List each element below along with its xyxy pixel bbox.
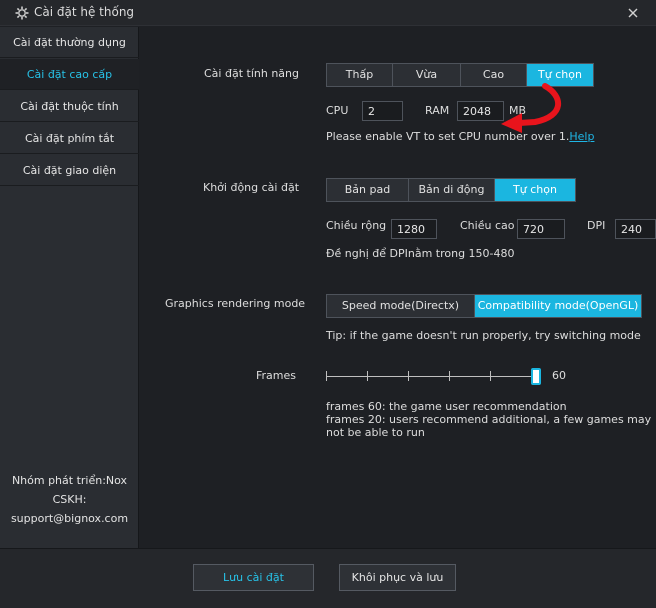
frames-note-line-1: frames 60: the game user recommendation	[326, 400, 567, 413]
window-title: Cài đặt hệ thống	[34, 5, 135, 19]
save-settings-button[interactable]: Lưu cài đặt	[193, 564, 314, 591]
startup-option-mobile[interactable]: Bản di động	[409, 179, 495, 201]
graphics-tip: Tip: if the game doesn't run properly, t…	[326, 329, 641, 342]
support-label: CSKH:	[52, 493, 87, 506]
graphics-option-opengl[interactable]: Compatibility mode(OpenGL)	[475, 295, 641, 317]
dpi-input[interactable]: 240	[615, 219, 656, 239]
cpu-input[interactable]: 2	[362, 101, 403, 121]
close-icon[interactable]	[626, 6, 640, 20]
startup-option-pad[interactable]: Bản pad	[327, 179, 409, 201]
slider-tick	[449, 371, 450, 381]
slider-tick	[326, 371, 327, 381]
startup-label: Khởi động cài đặt	[203, 181, 300, 194]
developer-info: Nhóm phát triển:Nox	[11, 474, 128, 487]
frames-label: Frames	[256, 369, 297, 382]
frames-slider-handle[interactable]	[531, 368, 541, 385]
graphics-mode-selector: Speed mode(Directx) Compatibility mode(O…	[326, 294, 642, 318]
sidebar-item-common-settings[interactable]: Cài đặt thường dụng	[0, 27, 139, 58]
gear-icon	[15, 6, 29, 20]
height-label: Chiều cao	[460, 219, 515, 232]
ram-label: RAM	[425, 104, 450, 117]
dpi-recommendation: Đề nghị để DPInằm trong 150-480	[326, 247, 515, 260]
sidebar-item-interface-settings[interactable]: Cài đặt giao diện	[0, 155, 139, 186]
width-label: Chiều rộng	[326, 219, 387, 232]
restore-and-save-button[interactable]: Khôi phục và lưu	[339, 564, 456, 591]
height-input[interactable]: 720	[517, 219, 565, 239]
frames-slider-track[interactable]	[326, 376, 538, 377]
settings-sidebar: Cài đặt thường dụng Cài đặt cao cấp Cài …	[0, 27, 139, 548]
dpi-label: DPI	[587, 219, 606, 232]
slider-tick	[408, 371, 409, 381]
sidebar-item-advanced-settings[interactable]: Cài đặt cao cấp	[0, 59, 139, 90]
frames-note-line-2: frames 20: users recommend additional, a…	[326, 413, 652, 426]
width-input[interactable]: 1280	[391, 219, 437, 239]
performance-label: Cài đặt tính năng	[204, 67, 299, 80]
sidebar-item-property-settings[interactable]: Cài đặt thuộc tính	[0, 91, 139, 122]
frames-note-line-3: not be able to run	[326, 426, 425, 439]
startup-selector: Bản pad Bản di động Tự chọn	[326, 178, 576, 202]
red-arrow-annotation-icon	[501, 83, 562, 133]
startup-option-custom[interactable]: Tự chọn	[495, 179, 575, 201]
bottom-action-bar: Lưu cài đặt Khôi phục và lưu	[0, 548, 656, 608]
graphics-label: Graphics rendering mode	[165, 297, 306, 310]
cpu-vt-note: Please enable VT to set CPU number over …	[326, 130, 595, 143]
slider-tick	[490, 371, 491, 381]
title-bar: Cài đặt hệ thống	[0, 0, 656, 26]
advanced-settings-panel: Cài đặt tính năng Thấp Vừa Cao Tự chọn C…	[140, 27, 656, 548]
slider-tick	[367, 371, 368, 381]
help-link[interactable]: Help	[569, 130, 594, 143]
sidebar-item-shortcut-settings[interactable]: Cài đặt phím tắt	[0, 123, 139, 154]
graphics-option-directx[interactable]: Speed mode(Directx)	[327, 295, 475, 317]
performance-option-low[interactable]: Thấp	[327, 64, 393, 86]
cpu-label: CPU	[326, 104, 349, 117]
frames-value: 60	[552, 369, 566, 382]
performance-option-medium[interactable]: Vừa	[393, 64, 461, 86]
support-email: support@bignox.com	[10, 512, 129, 525]
